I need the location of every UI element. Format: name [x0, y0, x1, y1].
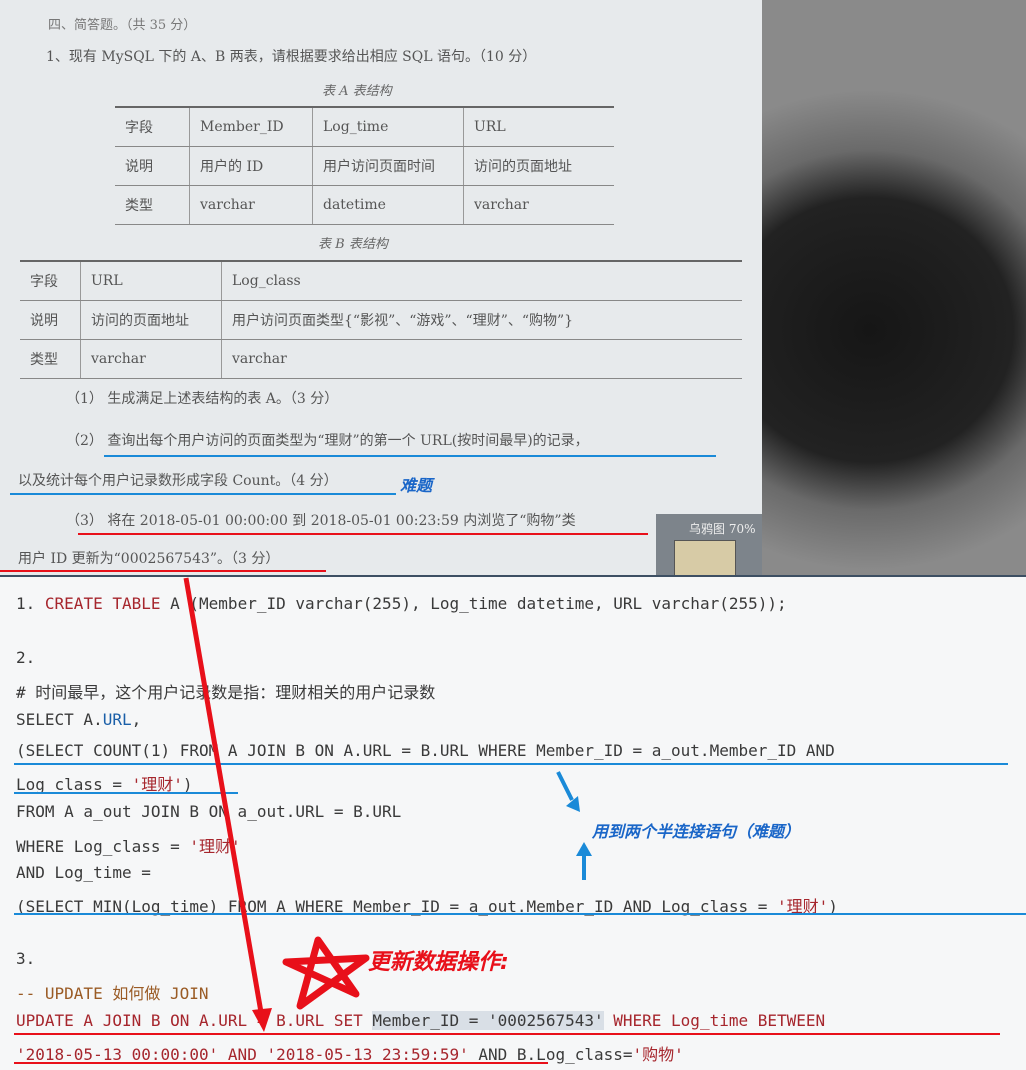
table-cell: 字段	[115, 106, 190, 147]
table-b-caption: 表 B 表结构	[318, 237, 388, 252]
code-comment: -- UPDATE 如何做 JOIN	[16, 984, 209, 1003]
code-text: )	[182, 775, 193, 794]
sub-question-1: （1） 生成满足上述表结构的表 A。（3 分）	[66, 391, 339, 407]
table-cell: Log_time	[312, 106, 464, 147]
annotation-update: 更新数据操作:	[368, 950, 509, 975]
zoom-overlay: 乌鸦图 70%	[656, 514, 762, 575]
code-text: WHERE Log_time BETWEEN	[603, 1011, 826, 1030]
table-a-caption: 表 A 表结构	[322, 84, 392, 99]
zoom-thumbnail	[674, 540, 736, 575]
code-line: WHERE Log_class = '理财'	[16, 833, 241, 857]
table-a: 字段 Member_ID Log_time URL 说明 用户的 ID 用户访问…	[115, 106, 614, 225]
table-cell: 说明	[115, 146, 190, 186]
table-row: 类型 varchar datetime varchar	[115, 185, 614, 225]
table-row: 字段 Member_ID Log_time URL	[115, 106, 614, 147]
sub-question-3-cont: 用户 ID 更新为“0002567543”。（3 分）	[18, 551, 280, 567]
table-row: 说明 用户的 ID 用户访问页面时间 访问的页面地址	[115, 146, 614, 186]
code-string: '2018-05-13 00:00:00' AND '2018-05-13 23…	[16, 1045, 469, 1064]
table-row: 类型 varchar varchar	[20, 339, 742, 379]
code-line: SELECT A.URL,	[16, 710, 141, 729]
table-cell: varchar	[221, 339, 742, 379]
code-text: AND B.Log_class=	[468, 1045, 633, 1064]
red-underline	[78, 533, 648, 535]
code-line: '2018-05-13 00:00:00' AND '2018-05-13 23…	[16, 1041, 684, 1065]
code-line: (SELECT COUNT(1) FROM A JOIN B ON A.URL …	[16, 741, 835, 760]
code-string: '理财'	[131, 775, 183, 794]
code-text: (SELECT MIN(Log_time) FROM A WHERE Membe…	[16, 897, 777, 916]
question-1: 1、现有 MySQL 下的 A、B 两表，请根据要求给出相应 SQL 语句。（1…	[46, 49, 537, 65]
sub-question-3: （3） 将在 2018-05-01 00:00:00 到 2018-05-01 …	[66, 513, 576, 529]
code-highlight: Member_ID = '0002567543'	[372, 1011, 604, 1030]
blue-underline	[104, 455, 716, 457]
code-field: URL	[102, 710, 132, 729]
table-cell: URL	[80, 260, 222, 301]
sub-question-2-cont: 以及统计每个用户记录数形成字段 Count。（4 分）	[18, 473, 338, 489]
table-cell: 字段	[20, 260, 81, 301]
code-line: 2.	[16, 648, 36, 667]
code-comment: # 时间最早，这个用户记录数是指：理财相关的用户记录数	[16, 683, 436, 702]
exam-paper-photo: 四、简答题。（共 35 分） 1、现有 MySQL 下的 A、B 两表，请根据要…	[0, 0, 762, 575]
code-text: )	[828, 897, 838, 916]
code-text: Log_class =	[16, 775, 132, 794]
hard-label: 难题	[400, 476, 433, 495]
table-row: 说明 访问的页面地址 用户访问页面类型{“影视”、“游戏”、“理财”、“购物”}	[20, 300, 742, 340]
code-keyword: CREATE TABLE	[44, 594, 161, 613]
table-cell: 用户访问页面时间	[312, 146, 464, 186]
table-cell: varchar	[80, 339, 222, 379]
section-title: 四、简答题。（共 35 分）	[48, 18, 197, 33]
table-b: 字段 URL Log_class 说明 访问的页面地址 用户访问页面类型{“影视…	[20, 260, 742, 379]
code-text: WHERE Log_class =	[16, 837, 190, 856]
code-string: '理财'	[777, 897, 829, 916]
sub-question-2: （2） 查询出每个用户访问的页面类型为“理财”的第一个 URL(按时间最早)的记…	[66, 433, 589, 449]
table-cell: Log_class	[221, 260, 742, 301]
table-cell: 用户的 ID	[189, 146, 313, 186]
table-cell: varchar	[463, 185, 614, 225]
code-line: 1. CREATE TABLE A (Member_ID varchar(255…	[16, 594, 787, 613]
code-panel: 1. CREATE TABLE A (Member_ID varchar(255…	[0, 577, 1026, 1070]
table-row: 字段 URL Log_class	[20, 260, 742, 301]
table-cell: 访问的页面地址	[463, 146, 614, 186]
code-line: AND Log_time =	[16, 863, 151, 882]
code-line: Log_class = '理财')	[16, 771, 193, 795]
code-string: '购物'	[632, 1045, 684, 1064]
code-line: FROM A a_out JOIN B ON a_out.URL = B.URL	[16, 802, 402, 821]
table-cell: 访问的页面地址	[80, 300, 222, 340]
code-string: '理财'	[189, 837, 241, 856]
annotation-semi-join: 用到两个半连接语句（难题）	[592, 822, 801, 841]
table-cell: varchar	[189, 185, 313, 225]
table-cell: 用户访问页面类型{“影视”、“游戏”、“理财”、“购物”}	[221, 300, 742, 340]
table-cell: Member_ID	[189, 106, 313, 147]
blue-underline	[10, 493, 396, 495]
code-line: (SELECT MIN(Log_time) FROM A WHERE Membe…	[16, 893, 838, 917]
code-text: 1.	[16, 594, 45, 613]
table-cell: URL	[463, 106, 614, 147]
code-text: ,	[131, 710, 142, 729]
red-underline	[0, 570, 326, 572]
table-cell: 类型	[115, 185, 190, 225]
table-cell: 说明	[20, 300, 81, 340]
code-line: UPDATE A JOIN B ON A.URL = B.URL SET Mem…	[16, 1011, 825, 1030]
code-text: A (Member_ID varchar(255), Log_time date…	[160, 594, 787, 613]
table-cell: datetime	[312, 185, 464, 225]
code-text: SELECT A.	[16, 710, 103, 729]
code-text: UPDATE A JOIN B ON A.URL = B.URL SET	[16, 1011, 373, 1030]
zoom-label: 乌鸦图 70%	[689, 522, 756, 536]
code-line: 3.	[16, 949, 36, 968]
table-cell: 类型	[20, 339, 81, 379]
